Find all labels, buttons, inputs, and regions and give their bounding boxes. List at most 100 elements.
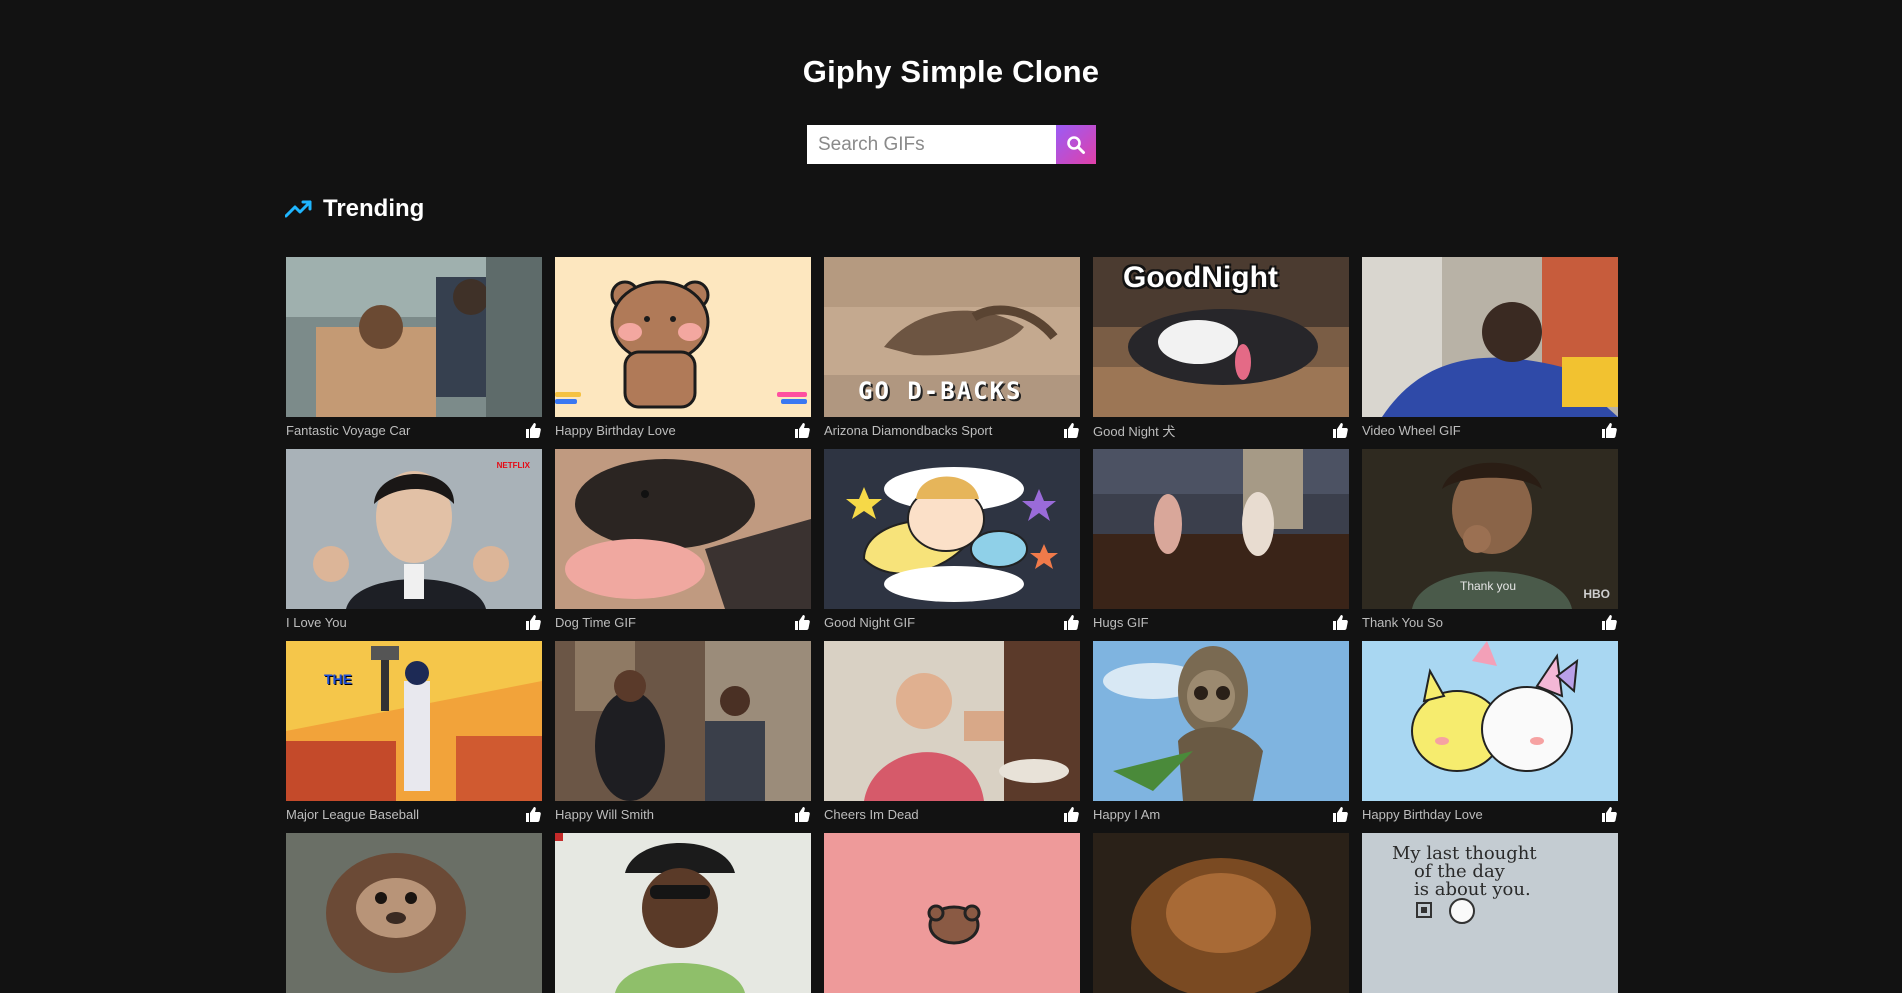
trending-header: Trending: [285, 195, 424, 223]
like-button[interactable]: [793, 806, 811, 822]
gif-title: Happy I Am: [1093, 806, 1161, 822]
gif-thumbnail[interactable]: THE: [286, 641, 542, 801]
search-button[interactable]: [1056, 125, 1096, 164]
gif-title: Thank You So: [1362, 614, 1443, 630]
gif-title: Fantastic Voyage Car: [286, 422, 411, 438]
gif-card[interactable]: GO D-BACKS Arizona Diamondbacks Sport: [824, 257, 1080, 438]
gif-grid: Fantastic Voyage Car Happy Birthday Love…: [286, 257, 1618, 993]
gif-title: Arizona Diamondbacks Sport: [824, 422, 993, 438]
gif-thumbnail[interactable]: [1362, 641, 1618, 801]
gif-title: Hugs GIF: [1093, 614, 1149, 630]
gif-thumbnail[interactable]: [286, 257, 542, 417]
gif-thumbnail[interactable]: [555, 257, 811, 417]
search-bar: [807, 125, 1096, 164]
gif-thumbnail[interactable]: [1093, 449, 1349, 609]
gif-card[interactable]: Happy Will Smith: [555, 641, 811, 822]
thumbs-up-icon: [1333, 614, 1348, 630]
page-title: Giphy Simple Clone: [802, 54, 1100, 89]
gif-title: Happy Birthday Love: [1362, 806, 1483, 822]
gif-title: I Love You: [286, 614, 347, 630]
gif-overlay-text: is about you.: [1414, 879, 1531, 900]
like-button[interactable]: [1331, 614, 1349, 630]
like-button[interactable]: [1062, 614, 1080, 630]
gif-card[interactable]: GoodNight Good Night 犬: [1093, 257, 1349, 439]
gif-card[interactable]: Happy Birthday Love: [1362, 641, 1618, 822]
gif-card[interactable]: My last thought of the day is about you.: [1362, 833, 1618, 993]
thumbs-up-icon: [795, 614, 810, 630]
gif-thumbnail[interactable]: [1362, 257, 1618, 417]
gif-thumbnail[interactable]: GO D-BACKS: [824, 257, 1080, 417]
thumbs-up-icon: [1602, 614, 1617, 630]
thumbs-up-icon: [526, 614, 541, 630]
gif-overlay-text: NETFLIX: [496, 461, 530, 470]
like-button[interactable]: [524, 422, 542, 438]
thumbs-up-icon: [526, 806, 541, 822]
thumbs-up-icon: [1333, 806, 1348, 822]
gif-title: Cheers Im Dead: [824, 806, 919, 822]
gif-card[interactable]: Happy Birthday Love: [555, 257, 811, 438]
gif-card[interactable]: Hugs GIF: [1093, 449, 1349, 630]
gif-card[interactable]: Fantastic Voyage Car: [286, 257, 542, 438]
thumbs-up-icon: [1602, 806, 1617, 822]
gif-title: Happy Birthday Love: [555, 422, 676, 438]
gif-thumbnail[interactable]: [555, 833, 811, 993]
gif-card[interactable]: THE Major League Baseball: [286, 641, 542, 822]
thumbs-up-icon: [1064, 422, 1079, 438]
gif-overlay-text: GoodNight: [1123, 261, 1278, 294]
like-button[interactable]: [1600, 614, 1618, 630]
gif-thumbnail[interactable]: [286, 833, 542, 993]
gif-thumbnail[interactable]: GoodNight: [1093, 257, 1349, 417]
like-button[interactable]: [524, 806, 542, 822]
gif-thumbnail[interactable]: Thank you HBO: [1362, 449, 1618, 609]
thumbs-up-icon: [1602, 422, 1617, 438]
gif-overlay-logo: HBO: [1583, 587, 1610, 601]
like-button[interactable]: [1331, 806, 1349, 822]
gif-card[interactable]: Cheers Im Dead: [824, 641, 1080, 822]
gif-thumbnail[interactable]: [824, 641, 1080, 801]
gif-card[interactable]: Good Night GIF: [824, 449, 1080, 630]
gif-thumbnail[interactable]: [824, 449, 1080, 609]
thumbs-up-icon: [795, 806, 810, 822]
gif-card[interactable]: Thank you HBO Thank You So: [1362, 449, 1618, 630]
like-button[interactable]: [1062, 806, 1080, 822]
section-title: Trending: [323, 195, 425, 222]
gif-card[interactable]: [286, 833, 542, 993]
gif-title: Video Wheel GIF: [1362, 422, 1461, 438]
gif-thumbnail[interactable]: [1093, 641, 1349, 801]
thumbs-up-icon: [1064, 806, 1079, 822]
like-button[interactable]: [524, 614, 542, 630]
gif-title: Good Night 犬: [1093, 423, 1176, 439]
gif-card[interactable]: Dog Time GIF: [555, 449, 811, 630]
gif-card[interactable]: [555, 833, 811, 993]
thumbs-up-icon: [526, 422, 541, 438]
gif-thumbnail[interactable]: [555, 641, 811, 801]
like-button[interactable]: [1600, 806, 1618, 822]
like-button[interactable]: [1331, 422, 1349, 438]
thumbs-up-icon: [795, 422, 810, 438]
gif-title: Happy Will Smith: [555, 806, 654, 822]
gif-thumbnail[interactable]: NETFLIX: [286, 449, 542, 609]
gif-title: Good Night GIF: [824, 614, 916, 630]
gif-card[interactable]: NETFLIX I Love You: [286, 449, 542, 630]
gif-thumbnail[interactable]: My last thought of the day is about you.: [1362, 833, 1618, 993]
like-button[interactable]: [793, 422, 811, 438]
search-input[interactable]: [807, 125, 1056, 164]
gif-thumbnail[interactable]: [824, 833, 1080, 993]
gif-overlay-text: THE: [324, 671, 352, 687]
like-button[interactable]: [1600, 422, 1618, 438]
thumbs-up-icon: [1333, 422, 1348, 438]
gif-title: Dog Time GIF: [555, 614, 636, 630]
gif-overlay-text: Thank you: [1460, 579, 1517, 593]
gif-card[interactable]: [1093, 833, 1349, 993]
gif-title: Major League Baseball: [286, 806, 419, 822]
gif-thumbnail[interactable]: [1093, 833, 1349, 993]
like-button[interactable]: [793, 614, 811, 630]
search-icon: [1067, 135, 1085, 154]
thumbs-up-icon: [1064, 614, 1079, 630]
gif-card[interactable]: Happy I Am: [1093, 641, 1349, 822]
like-button[interactable]: [1062, 422, 1080, 438]
trending-up-icon: [285, 200, 312, 218]
gif-card[interactable]: Video Wheel GIF: [1362, 257, 1618, 438]
gif-thumbnail[interactable]: [555, 449, 811, 609]
gif-card[interactable]: [824, 833, 1080, 993]
